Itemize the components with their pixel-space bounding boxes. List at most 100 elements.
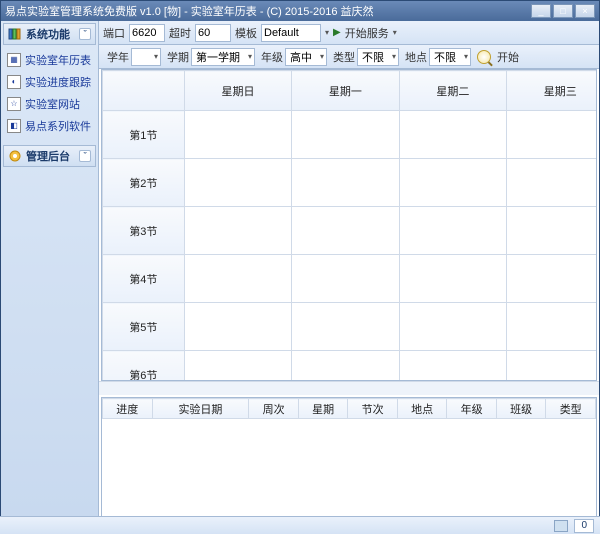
sidebar-item-label: 易点系列软件 xyxy=(25,118,91,134)
col-weekday: 星期 xyxy=(298,399,348,419)
col-class: 班级 xyxy=(496,399,546,419)
sidebar-item-progress[interactable]: ◐ 实验进度跟踪 xyxy=(3,71,96,93)
table-row: 第5节 xyxy=(103,303,598,351)
template-input[interactable] xyxy=(261,24,321,42)
period-header: 第2节 xyxy=(103,159,185,207)
type-select[interactable]: 不限 xyxy=(357,48,399,66)
cell[interactable] xyxy=(507,351,597,382)
period-header: 第4节 xyxy=(103,255,185,303)
cell[interactable] xyxy=(507,207,597,255)
books-icon xyxy=(8,27,22,41)
cell[interactable] xyxy=(292,351,399,382)
toolbar: 端口 超时 模板 ▾ ▶ 开始服务 ▾ xyxy=(99,21,599,45)
cell[interactable] xyxy=(184,255,291,303)
detail-grid[interactable]: 进度 实验日期 周次 星期 节次 地点 年级 班级 类型 xyxy=(101,397,597,533)
cell[interactable] xyxy=(292,111,399,159)
progress-icon: ◐ xyxy=(7,75,21,89)
filterbar: 学年 学期 第一学期 年级 高中 类型 不限 地点 不限 开始 xyxy=(99,45,599,69)
cell[interactable] xyxy=(184,111,291,159)
titlebar: 易点实验室管理系统免费版 v1.0 [物] - 实验室年历表 - (C) 201… xyxy=(1,1,599,21)
sidebar-item-software[interactable]: ◧ 易点系列软件 xyxy=(3,115,96,137)
sidebar-item-calendar[interactable]: ▦ 实验室年历表 xyxy=(3,49,96,71)
chevron-down-icon: ˇ xyxy=(79,150,91,162)
table-row: 第1节 xyxy=(103,111,598,159)
template-dropdown-icon[interactable]: ▾ xyxy=(325,28,329,37)
corner-cell xyxy=(103,71,185,111)
cell[interactable] xyxy=(292,303,399,351)
window-title: 易点实验室管理系统免费版 v1.0 [物] - 实验室年历表 - (C) 201… xyxy=(5,3,531,19)
start-service-button[interactable]: 开始服务 xyxy=(345,25,389,41)
port-label: 端口 xyxy=(103,25,125,41)
grade-label: 年级 xyxy=(261,49,283,65)
col-week: 周次 xyxy=(249,399,299,419)
cell[interactable] xyxy=(184,303,291,351)
cell[interactable] xyxy=(184,159,291,207)
calendar-icon: ▦ xyxy=(7,53,21,67)
start-dropdown-icon[interactable]: ▾ xyxy=(393,28,397,37)
cell[interactable] xyxy=(399,111,506,159)
close-button[interactable]: × xyxy=(575,4,595,18)
cell[interactable] xyxy=(184,207,291,255)
minimize-button[interactable]: _ xyxy=(531,4,551,18)
package-icon: ◧ xyxy=(7,119,21,133)
sidebar-item-label: 实验室年历表 xyxy=(25,52,91,68)
cell[interactable] xyxy=(507,303,597,351)
globe-icon: ☆ xyxy=(7,97,21,111)
cell[interactable] xyxy=(507,255,597,303)
type-label: 类型 xyxy=(333,49,355,65)
main-area: 星期日 星期一 星期二 星期三 星 第1节 第2节 第3节 第4节 第5节 第6… xyxy=(99,69,599,533)
search-icon xyxy=(477,50,491,64)
hscroll[interactable] xyxy=(99,381,599,395)
cell[interactable] xyxy=(292,255,399,303)
year-select[interactable] xyxy=(131,48,161,66)
status-count: 0 xyxy=(574,519,594,533)
panel-system-body: ▦ 实验室年历表 ◐ 实验进度跟踪 ☆ 实验室网站 ◧ 易点系列软件 xyxy=(1,47,98,143)
col-place: 地点 xyxy=(397,399,447,419)
cell[interactable] xyxy=(507,159,597,207)
cell[interactable] xyxy=(399,351,506,382)
grade-select[interactable]: 高中 xyxy=(285,48,327,66)
term-label: 学期 xyxy=(167,49,189,65)
place-select[interactable]: 不限 xyxy=(429,48,471,66)
statusbar: 0 xyxy=(0,516,600,534)
port-input[interactable] xyxy=(129,24,165,42)
cell[interactable] xyxy=(292,159,399,207)
period-header: 第3节 xyxy=(103,207,185,255)
calendar-grid[interactable]: 星期日 星期一 星期二 星期三 星 第1节 第2节 第3节 第4节 第5节 第6… xyxy=(101,69,597,381)
cell[interactable] xyxy=(292,207,399,255)
year-label: 学年 xyxy=(107,49,129,65)
cell[interactable] xyxy=(184,351,291,382)
col-date: 实验日期 xyxy=(152,399,249,419)
play-icon: ▶ xyxy=(333,27,341,38)
empty-area xyxy=(103,419,596,529)
cell[interactable] xyxy=(399,207,506,255)
day-header: 星期一 xyxy=(292,71,399,111)
day-header: 星期三 xyxy=(507,71,597,111)
cell[interactable] xyxy=(399,303,506,351)
table-row: 第2节 xyxy=(103,159,598,207)
sidebar-item-label: 实验进度跟踪 xyxy=(25,74,91,90)
panel-admin-header[interactable]: 管理后台 ˇ xyxy=(3,145,96,167)
status-icon[interactable] xyxy=(554,520,568,532)
maximize-button[interactable]: □ xyxy=(553,4,573,18)
day-header-row: 星期日 星期一 星期二 星期三 星 xyxy=(103,71,598,111)
sidebar: 系统功能 ˇ ▦ 实验室年历表 ◐ 实验进度跟踪 ☆ 实验室网站 ◧ 易点系列软件 管理… xyxy=(1,21,99,516)
cell[interactable] xyxy=(399,159,506,207)
term-select[interactable]: 第一学期 xyxy=(191,48,255,66)
panel-system-header[interactable]: 系统功能 ˇ xyxy=(3,23,96,45)
col-progress: 进度 xyxy=(103,399,153,419)
detail-header-row: 进度 实验日期 周次 星期 节次 地点 年级 班级 类型 xyxy=(103,399,596,419)
day-header: 星期二 xyxy=(399,71,506,111)
col-grade: 年级 xyxy=(447,399,497,419)
cell[interactable] xyxy=(399,255,506,303)
timeout-input[interactable] xyxy=(195,24,231,42)
start-filter-button[interactable]: 开始 xyxy=(497,49,519,65)
table-row: 第6节 xyxy=(103,351,598,382)
gear-icon xyxy=(8,149,22,163)
place-label: 地点 xyxy=(405,49,427,65)
day-header: 星期日 xyxy=(184,71,291,111)
sidebar-item-label: 实验室网站 xyxy=(25,96,80,112)
sidebar-item-website[interactable]: ☆ 实验室网站 xyxy=(3,93,96,115)
period-header: 第1节 xyxy=(103,111,185,159)
cell[interactable] xyxy=(507,111,597,159)
